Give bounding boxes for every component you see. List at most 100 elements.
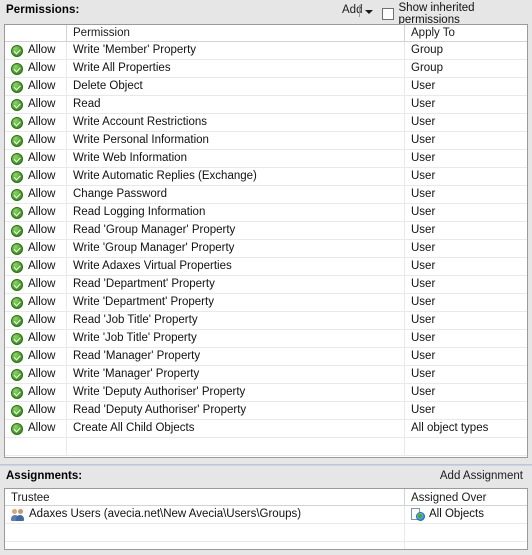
table-row[interactable]: Allow Read 'Department' Property User — [5, 276, 527, 294]
show-inherited-permissions-toggle[interactable]: Show inherited permissions — [382, 2, 532, 26]
permission-access-cell: Allow — [5, 402, 67, 419]
permission-access-label: Allow — [28, 224, 56, 236]
assigned-over-cell: All Objects — [405, 506, 527, 523]
permission-access-label: Allow — [28, 350, 56, 362]
allow-check-icon — [11, 368, 23, 381]
permission-access-cell: Allow — [5, 330, 67, 347]
table-row[interactable]: Allow Write 'Member' Property Group — [5, 42, 527, 60]
permission-apply-to-cell: Group — [411, 44, 443, 56]
permission-access-label: Allow — [28, 404, 56, 416]
allow-check-icon — [11, 332, 23, 345]
permission-access-cell: Allow — [5, 96, 67, 113]
permission-access-label: Allow — [28, 188, 56, 200]
permission-apply-to-cell: Group — [411, 62, 443, 74]
show-inherited-checkbox[interactable] — [382, 8, 394, 20]
allow-check-icon — [11, 422, 23, 435]
permission-apply-to-cell: User — [411, 134, 436, 146]
permission-name-cell: Read Logging Information — [67, 204, 405, 221]
allow-check-icon — [11, 242, 23, 255]
permission-access-cell: Allow — [5, 240, 67, 257]
column-header-apply-to[interactable]: Apply To — [405, 25, 527, 41]
permission-name-cell: Write Account Restrictions — [67, 114, 405, 131]
permission-access-label: Allow — [28, 44, 56, 56]
permission-apply-to-cell: User — [411, 278, 436, 290]
permissions-grid[interactable]: Permission Apply To Allow Write 'Member' … — [4, 24, 528, 458]
split-separator — [359, 5, 360, 17]
table-row[interactable]: Allow Write Personal Information User — [5, 132, 527, 150]
permissions-section: Permissions: Add Show inherited permissi… — [0, 0, 532, 462]
allow-check-icon — [11, 80, 23, 93]
table-row[interactable]: Allow Write 'Manager' Property User — [5, 366, 527, 384]
table-row[interactable]: Allow Read 'Deputy Authoriser' Property Us… — [5, 402, 527, 420]
permission-apply-to-cell: All object types — [411, 422, 489, 434]
permission-name-cell: Delete Object — [67, 78, 405, 95]
permission-name-cell: Write Personal Information — [67, 132, 405, 149]
table-row[interactable]: Allow Read User — [5, 96, 527, 114]
permission-access-cell: Allow — [5, 420, 67, 437]
empty-cell — [5, 524, 405, 541]
permission-access-label: Allow — [28, 278, 56, 290]
table-row-empty — [5, 524, 527, 542]
table-row[interactable]: Allow Write 'Job Title' Property User — [5, 330, 527, 348]
allow-check-icon — [11, 278, 23, 291]
all-objects-icon — [411, 508, 425, 521]
permission-access-label: Allow — [28, 296, 56, 308]
permissions-label: Permissions: — [6, 4, 80, 16]
empty-cell — [5, 542, 405, 549]
permission-name-cell: Read 'Deputy Authoriser' Property — [67, 402, 405, 419]
table-row[interactable]: Allow Write Account Restrictions User — [5, 114, 527, 132]
permission-apply-to-cell: User — [411, 116, 436, 128]
permission-name-cell: Write 'Member' Property — [67, 42, 405, 59]
table-row[interactable]: Allow Create All Child Objects All object … — [5, 420, 527, 438]
table-row[interactable]: Allow Write Automatic Replies (Exchange) U… — [5, 168, 527, 186]
column-header-access[interactable] — [5, 25, 67, 41]
permission-name-cell: Write 'Group Manager' Property — [67, 240, 405, 257]
table-row[interactable]: Allow Write Adaxes Virtual Properties User — [5, 258, 527, 276]
permission-name-cell: Read 'Manager' Property — [67, 348, 405, 365]
permission-apply-to-cell: User — [411, 368, 436, 380]
table-row[interactable]: Allow Read 'Group Manager' Property User — [5, 222, 527, 240]
column-header-assigned-over[interactable]: Assigned Over — [405, 489, 527, 505]
table-row[interactable]: Allow Read Logging Information User — [5, 204, 527, 222]
permission-access-cell: Allow — [5, 384, 67, 401]
table-row[interactable]: Allow Write Web Information User — [5, 150, 527, 168]
table-row[interactable]: Allow Write All Properties Group — [5, 60, 527, 78]
permission-access-label: Allow — [28, 422, 56, 434]
table-row[interactable]: Allow Write 'Group Manager' Property User — [5, 240, 527, 258]
permission-name-cell: Write 'Manager' Property — [67, 366, 405, 383]
allow-check-icon — [11, 98, 23, 111]
add-permission-dropdown[interactable] — [357, 4, 379, 19]
permission-apply-to-cell: User — [411, 188, 436, 200]
table-row[interactable]: Allow Read 'Job Title' Property User — [5, 312, 527, 330]
permission-access-label: Allow — [28, 386, 56, 398]
allow-check-icon — [11, 188, 23, 201]
permission-access-label: Allow — [28, 134, 56, 146]
permission-name-cell: Write 'Deputy Authoriser' Property — [67, 384, 405, 401]
table-row[interactable]: Adaxes Users (avecia.net\New Avecia\User… — [5, 506, 527, 524]
assignments-row-list: Adaxes Users (avecia.net\New Avecia\User… — [5, 506, 527, 549]
table-row[interactable]: Allow Read 'Manager' Property User — [5, 348, 527, 366]
column-header-permission[interactable]: Permission — [67, 25, 405, 41]
permission-name-cell: Read — [67, 96, 405, 113]
permission-name-cell: Write All Properties — [67, 60, 405, 77]
permission-access-cell: Allow — [5, 150, 67, 167]
permission-access-cell: Allow — [5, 294, 67, 311]
assignments-grid[interactable]: Trustee Assigned Over Adaxes Users (avec… — [4, 488, 528, 550]
permission-name-cell: Read 'Job Title' Property — [67, 312, 405, 329]
table-row[interactable]: Allow Write 'Department' Property User — [5, 294, 527, 312]
permission-name-cell: Change Password — [67, 186, 405, 203]
permission-access-label: Allow — [28, 332, 56, 344]
permission-access-label: Allow — [28, 260, 56, 272]
permission-apply-to-cell: User — [411, 170, 436, 182]
allow-check-icon — [11, 260, 23, 273]
table-row[interactable]: Allow Write 'Deputy Authoriser' Property U… — [5, 384, 527, 402]
permission-name-cell: Write Web Information — [67, 150, 405, 167]
add-assignment-button[interactable]: Add Assignment — [437, 469, 526, 483]
column-header-trustee[interactable]: Trustee — [5, 489, 405, 505]
allow-check-icon — [11, 386, 23, 399]
table-row[interactable]: Allow Change Password User — [5, 186, 527, 204]
permission-access-label: Allow — [28, 170, 56, 182]
permission-access-label: Allow — [28, 206, 56, 218]
table-row[interactable]: Allow Delete Object User — [5, 78, 527, 96]
empty-cell — [67, 438, 405, 455]
